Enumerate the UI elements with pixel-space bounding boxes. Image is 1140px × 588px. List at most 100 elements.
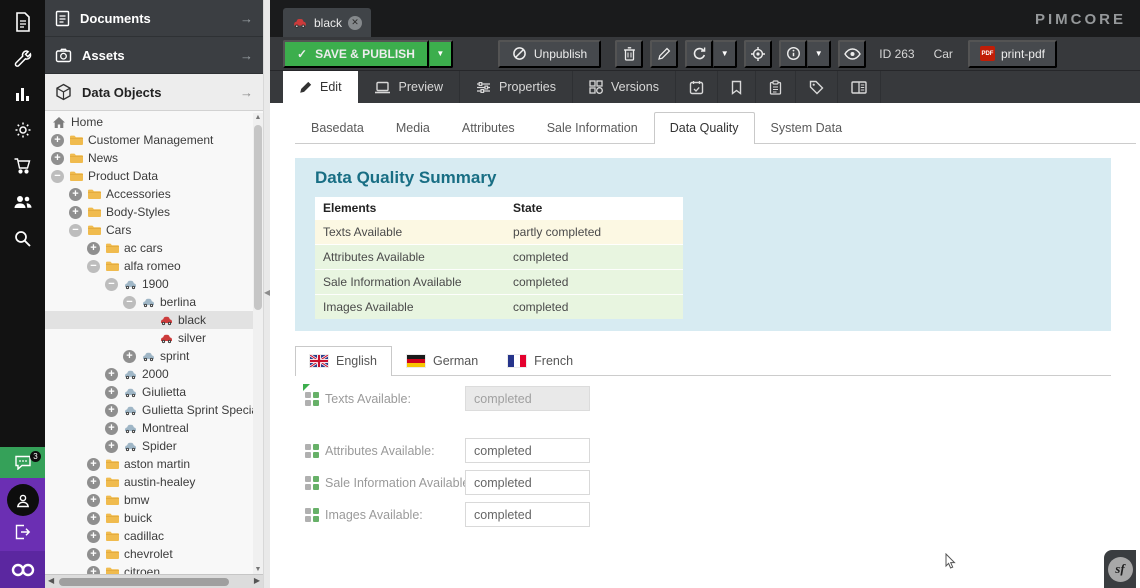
expand-icon[interactable]: + (123, 350, 136, 363)
tab-tags[interactable] (796, 71, 838, 103)
tab-properties[interactable]: Properties (460, 71, 573, 103)
expand-icon[interactable]: + (105, 440, 118, 453)
tab-app-logger[interactable] (838, 71, 881, 103)
tree-vertical-scrollbar[interactable]: ▲ ▼ (253, 113, 263, 574)
field-value-input[interactable] (465, 502, 590, 527)
tab-basedata[interactable]: Basedata (295, 112, 380, 143)
tab-attributes[interactable]: Attributes (446, 112, 531, 143)
user-avatar[interactable] (7, 484, 39, 516)
wrench-icon[interactable] (0, 40, 45, 76)
field-value-input[interactable] (465, 470, 590, 495)
collapse-icon[interactable]: − (87, 260, 100, 273)
expand-icon[interactable]: + (87, 242, 100, 255)
tree-item[interactable]: +Body-Styles (45, 203, 263, 221)
field-value-input[interactable] (465, 438, 590, 463)
symfony-debug-badge[interactable]: sf (1104, 550, 1136, 588)
tree-item[interactable]: +sprint (45, 347, 263, 365)
open-object-tab[interactable]: black ✕ (283, 8, 371, 37)
tab-media[interactable]: Media (380, 112, 446, 143)
tab-scheduler[interactable] (676, 71, 718, 103)
info-options-dropdown[interactable]: ▼ (807, 40, 831, 68)
tab-preview[interactable]: Preview (358, 71, 460, 103)
tree-item[interactable]: −Product Data (45, 167, 263, 185)
tab-sale-information[interactable]: Sale Information (531, 112, 654, 143)
panel-splitter[interactable]: ◀ (263, 0, 270, 588)
info-button[interactable] (779, 40, 807, 68)
logout-icon[interactable] (14, 524, 31, 545)
expand-icon[interactable]: + (105, 404, 118, 417)
locate-in-tree-button[interactable] (744, 40, 772, 68)
unpublish-button[interactable]: Unpublish (498, 40, 601, 68)
expand-icon[interactable]: + (105, 386, 118, 399)
expand-icon[interactable]: + (87, 476, 100, 489)
pimcore-logo-icon[interactable] (0, 551, 45, 588)
expand-icon[interactable]: + (51, 134, 64, 147)
tree-item[interactable]: −alfa romeo (45, 257, 263, 275)
print-pdf-button[interactable]: PDF print-pdf (968, 40, 1057, 68)
notifications-chat-icon[interactable]: 3 (0, 447, 45, 478)
delete-button[interactable] (615, 40, 643, 68)
tree-item[interactable]: +cadillac (45, 527, 263, 545)
language-tab-french[interactable]: French (493, 346, 588, 375)
tree-item[interactable]: +citroen (45, 563, 263, 574)
accordion-assets[interactable]: Assets → (45, 37, 263, 74)
tree-item[interactable]: +aston martin (45, 455, 263, 473)
cart-icon[interactable] (0, 148, 45, 184)
tree-item[interactable]: +Montreal (45, 419, 263, 437)
tree-item[interactable]: +chevrolet (45, 545, 263, 563)
save-publish-button[interactable]: ✓ SAVE & PUBLISH (283, 40, 429, 68)
open-preview-button[interactable] (838, 40, 866, 68)
tab-notes-events[interactable] (756, 71, 796, 103)
tree-item[interactable]: −1900 (45, 275, 263, 293)
scroll-down-icon[interactable]: ▼ (253, 566, 263, 573)
tree-item[interactable]: +Spider (45, 437, 263, 455)
tree-item[interactable]: +Accessories (45, 185, 263, 203)
tab-edit[interactable]: Edit (283, 71, 358, 103)
tree-item[interactable]: +ac cars (45, 239, 263, 257)
expand-icon[interactable]: + (105, 422, 118, 435)
expand-icon[interactable]: + (87, 458, 100, 471)
rename-button[interactable] (650, 40, 678, 68)
scroll-left-icon[interactable]: ◀ (48, 576, 54, 585)
scrollbar-thumb[interactable] (59, 578, 229, 586)
reload-button[interactable] (685, 40, 713, 68)
save-options-dropdown[interactable]: ▼ (429, 40, 453, 68)
accordion-documents[interactable]: Documents → (45, 0, 263, 37)
search-icon[interactable] (0, 220, 45, 256)
tab-system-data[interactable]: System Data (755, 112, 859, 143)
tree-item[interactable]: silver (45, 329, 263, 347)
expand-icon[interactable]: + (69, 206, 82, 219)
tab-bookmark[interactable] (718, 71, 756, 103)
tree-item[interactable]: −berlina (45, 293, 263, 311)
users-icon[interactable] (0, 184, 45, 220)
scroll-right-icon[interactable]: ▶ (254, 576, 260, 585)
gear-icon[interactable] (0, 112, 45, 148)
accordion-data-objects[interactable]: Data Objects → (45, 74, 263, 111)
tree-item[interactable]: +bmw (45, 491, 263, 509)
tree-item[interactable]: +austin-healey (45, 473, 263, 491)
tab-data-quality[interactable]: Data Quality (654, 112, 755, 144)
collapse-icon[interactable]: − (69, 224, 82, 237)
tab-versions[interactable]: Versions (573, 71, 676, 103)
documents-rail-icon[interactable] (0, 4, 45, 40)
tree-item[interactable]: +2000 (45, 365, 263, 383)
scrollbar-thumb[interactable] (254, 125, 262, 310)
field-value-input[interactable] (465, 386, 590, 411)
language-tab-english[interactable]: English (295, 346, 392, 376)
close-tab-icon[interactable]: ✕ (348, 16, 362, 30)
tree-item[interactable]: black (45, 311, 263, 329)
expand-icon[interactable]: + (87, 530, 100, 543)
collapse-icon[interactable]: − (123, 296, 136, 309)
language-tab-german[interactable]: German (392, 346, 493, 375)
tree-item[interactable]: +Gulietta Sprint Specia (45, 401, 263, 419)
collapse-icon[interactable]: − (51, 170, 64, 183)
tree-item[interactable]: +Giulietta (45, 383, 263, 401)
expand-icon[interactable]: + (87, 566, 100, 575)
expand-icon[interactable]: + (87, 494, 100, 507)
expand-icon[interactable]: + (87, 548, 100, 561)
collapse-icon[interactable]: − (105, 278, 118, 291)
expand-icon[interactable]: + (51, 152, 64, 165)
tree-item[interactable]: Home (45, 113, 263, 131)
tree-item[interactable]: −Cars (45, 221, 263, 239)
tree-horizontal-scrollbar[interactable]: ◀ ▶ (45, 574, 263, 588)
